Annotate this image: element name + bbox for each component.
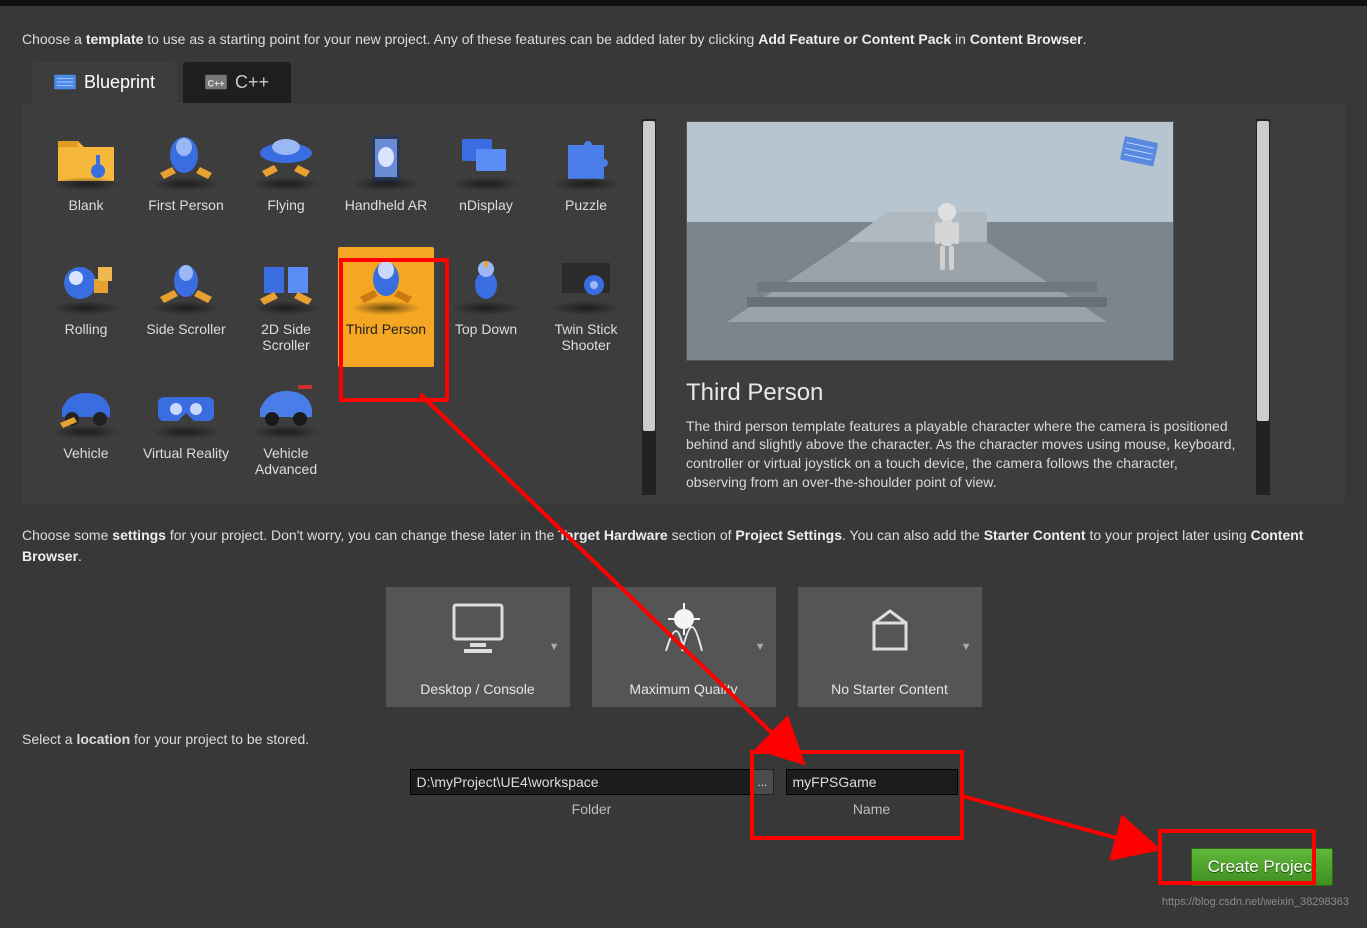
template-label: Blank	[68, 197, 103, 213]
pawn-gun-icon	[150, 127, 222, 191]
template-top-down[interactable]: Top Down	[438, 247, 534, 367]
chevron-down-icon: ▼	[549, 641, 560, 653]
box-open-icon	[860, 601, 920, 657]
intro-text: Choose a template to use as a starting p…	[22, 30, 1349, 50]
pawn-top-icon	[450, 251, 522, 315]
folder-input[interactable]	[410, 769, 752, 795]
template-twin-stick[interactable]: Twin Stick Shooter	[538, 247, 634, 367]
template-scrollbar[interactable]	[642, 119, 656, 495]
car-icon	[50, 375, 122, 439]
location-row: ... Folder Name	[18, 769, 1349, 817]
ship-icon	[550, 251, 622, 315]
cpp-icon: C++	[205, 73, 227, 91]
ball-icon	[50, 251, 122, 315]
template-flying[interactable]: Flying	[238, 123, 334, 243]
name-label: Name	[853, 801, 890, 817]
preview-column: Third Person The third person template f…	[686, 119, 1256, 495]
template-label: Vehicle	[63, 445, 108, 461]
svg-text:C++: C++	[208, 79, 225, 89]
chevron-down-icon: ▼	[755, 641, 766, 653]
template-vr[interactable]: Virtual Reality	[138, 371, 234, 491]
template-label: Flying	[267, 197, 304, 213]
setting-quality[interactable]: Maximum Quality ▼	[592, 587, 776, 707]
monitor-icon	[448, 601, 508, 657]
browse-button[interactable]: ...	[752, 769, 774, 795]
template-label: Side Scroller	[146, 321, 225, 337]
template-blank[interactable]: Blank	[38, 123, 134, 243]
template-first-person[interactable]: First Person	[138, 123, 234, 243]
pawn-side-icon	[150, 251, 222, 315]
car-adv-icon	[250, 375, 322, 439]
tab-blueprint-label: Blueprint	[84, 72, 155, 93]
template-side-scroller[interactable]: Side Scroller	[138, 247, 234, 367]
template-label: Twin Stick Shooter	[538, 321, 634, 353]
setting-label: Maximum Quality	[629, 681, 737, 697]
template-label: Virtual Reality	[143, 445, 229, 461]
ufo-icon	[250, 127, 322, 191]
preview-description: The third person template features a pla…	[686, 417, 1238, 493]
name-input[interactable]	[786, 769, 958, 795]
template-third-person[interactable]: Third Person	[338, 247, 434, 367]
template-panel: Blank First Person Flying Handheld AR nD…	[22, 103, 1345, 503]
template-label: Rolling	[65, 321, 108, 337]
pawn-third-icon	[350, 251, 422, 315]
template-vehicle[interactable]: Vehicle	[38, 371, 134, 491]
chevron-down-icon: ▼	[961, 641, 972, 653]
setting-label: Desktop / Console	[420, 681, 534, 697]
phone-ar-icon	[350, 127, 422, 191]
template-label: 2D Side Scroller	[238, 321, 334, 353]
template-label: Handheld AR	[345, 197, 428, 213]
preview-image	[686, 121, 1174, 361]
template-ndisplay[interactable]: nDisplay	[438, 123, 534, 243]
template-rolling[interactable]: Rolling	[38, 247, 134, 367]
vr-headset-icon	[150, 375, 222, 439]
watermark: https://blog.csdn.net/weixin_38298363	[1162, 896, 1349, 908]
preview-scrollbar[interactable]	[1256, 119, 1270, 495]
template-tabs: Blueprint C++ C++	[32, 62, 1349, 103]
location-intro: Select a location for your project to be…	[22, 731, 1345, 747]
setting-label: No Starter Content	[831, 681, 948, 697]
settings-row: Desktop / Console ▼ Maximum Quality ▼ No…	[18, 587, 1349, 707]
setting-hardware[interactable]: Desktop / Console ▼	[386, 587, 570, 707]
pawn-2d-icon	[250, 251, 322, 315]
tab-cpp[interactable]: C++ C++	[183, 62, 291, 103]
folder-label: Folder	[572, 801, 612, 817]
template-label: Vehicle Advanced	[238, 445, 334, 477]
puzzle-icon	[550, 127, 622, 191]
template-puzzle[interactable]: Puzzle	[538, 123, 634, 243]
settings-intro: Choose some settings for your project. D…	[22, 525, 1345, 567]
template-label: nDisplay	[459, 197, 513, 213]
template-handheld-ar[interactable]: Handheld AR	[338, 123, 434, 243]
create-project-button[interactable]: Create Project	[1191, 848, 1333, 886]
template-label: First Person	[148, 197, 223, 213]
displays-icon	[450, 127, 522, 191]
template-grid: Blank First Person Flying Handheld AR nD…	[34, 119, 638, 495]
template-label: Third Person	[346, 321, 426, 337]
blueprint-icon	[54, 73, 76, 91]
tab-cpp-label: C++	[235, 72, 269, 93]
setting-starter-content[interactable]: No Starter Content ▼	[798, 587, 982, 707]
template-label: Top Down	[455, 321, 517, 337]
template-label: Puzzle	[565, 197, 607, 213]
template-vehicle-advanced[interactable]: Vehicle Advanced	[238, 371, 334, 491]
tab-blueprint[interactable]: Blueprint	[32, 62, 177, 103]
template-2d-side-scroller[interactable]: 2D Side Scroller	[238, 247, 334, 367]
preview-title: Third Person	[686, 379, 1238, 407]
quality-icon	[654, 601, 714, 657]
folder-icon	[50, 127, 122, 191]
